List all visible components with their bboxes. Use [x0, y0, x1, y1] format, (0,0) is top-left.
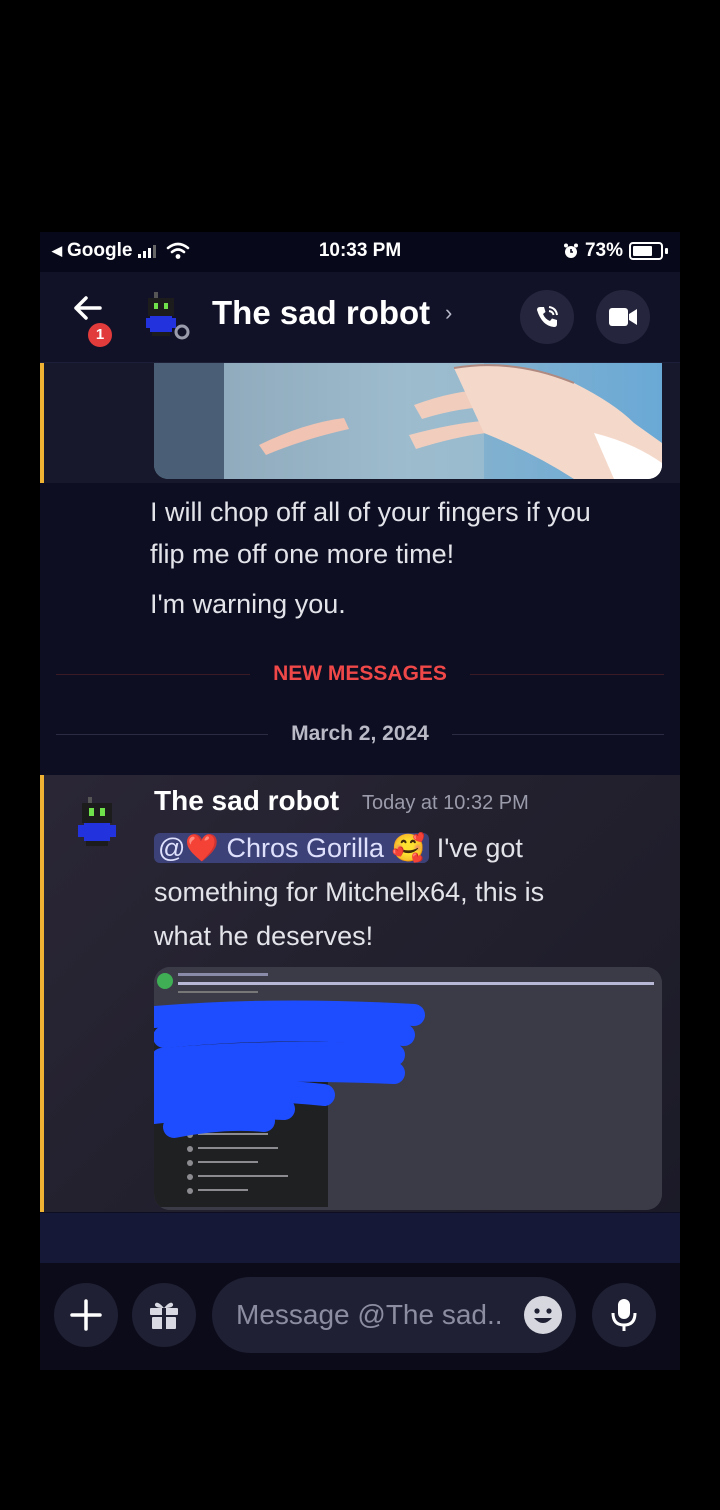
avatar[interactable]	[78, 797, 120, 855]
battery-nub	[665, 248, 668, 254]
robot-avatar-icon	[146, 292, 190, 340]
chat-bottom-band	[40, 1213, 680, 1263]
new-messages-divider: NEW MESSAGES	[56, 660, 664, 690]
message-line: what he deserves!	[154, 921, 374, 951]
chat-header: 1 The sad robot ›	[40, 272, 680, 363]
anime-hand-image	[154, 363, 662, 479]
gift-icon	[150, 1302, 178, 1329]
avatar[interactable]	[144, 292, 192, 344]
message-line-with-mention: @❤️ Chros Gorilla 🥰 I've got	[154, 827, 523, 869]
add-attachment-button[interactable]	[54, 1283, 118, 1347]
phone-call-icon	[537, 306, 558, 327]
chat-area[interactable]: I will chop off all of your fingers if y…	[40, 363, 680, 1263]
message-input[interactable]: Message @The sad..	[212, 1277, 576, 1353]
battery-icon	[629, 242, 663, 260]
status-bar: ◀ Google 10:33 PM 73%	[40, 232, 680, 272]
battery-percent: 73%	[584, 240, 623, 261]
video-call-button[interactable]	[596, 290, 650, 344]
message-text: I've got	[429, 833, 523, 863]
previous-message-image-row	[40, 363, 680, 483]
phone-screen: ◀ Google 10:33 PM 73% 1 The sad robot › …	[40, 232, 680, 1370]
status-right: 73%	[563, 240, 668, 262]
message-input-placeholder: Message @The sad..	[236, 1299, 503, 1330]
video-camera-icon	[609, 308, 637, 326]
redacted-screenshot-image	[154, 967, 662, 1210]
smiley-face-icon	[534, 1308, 552, 1323]
message-timestamp: Today at 10:32 PM	[362, 792, 529, 814]
date-label: March 2, 2024	[291, 722, 429, 745]
message-item[interactable]: The sad robot Today at 10:32 PM @❤️ Chro…	[40, 775, 680, 1212]
alarm-icon	[563, 243, 578, 258]
message-composer: Message @The sad..	[40, 1263, 680, 1370]
chevron-right-icon[interactable]: ›	[445, 300, 452, 326]
message-line: something for Mitchellx64, this is	[154, 877, 545, 907]
message-line: I'm warning you.	[150, 589, 346, 619]
robot-avatar-icon	[78, 797, 116, 846]
user-mention[interactable]: @❤️ Chros Gorilla 🥰	[154, 833, 430, 863]
new-messages-label: NEW MESSAGES	[273, 662, 447, 685]
date-divider: March 2, 2024	[56, 720, 664, 750]
message-line: I will chop off all of your fingers if y…	[150, 497, 591, 527]
emoji-button[interactable]	[524, 1296, 562, 1334]
attached-image[interactable]	[154, 363, 662, 479]
voice-call-button[interactable]	[520, 290, 574, 344]
plus-icon	[70, 1299, 102, 1331]
voice-message-button[interactable]	[592, 1283, 656, 1347]
attached-screenshot[interactable]	[154, 967, 662, 1210]
chat-title[interactable]: The sad robot	[212, 294, 430, 332]
unread-badge: 1	[86, 321, 114, 349]
message-author[interactable]: The sad robot	[154, 785, 339, 817]
microphone-icon	[611, 1299, 637, 1331]
message-line: flip me off one more time!	[150, 539, 455, 569]
gift-button[interactable]	[132, 1283, 196, 1347]
